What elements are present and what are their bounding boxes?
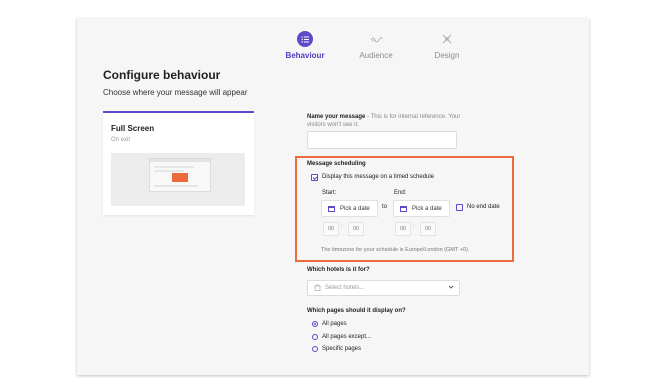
step-audience[interactable]: Audience [336, 31, 416, 60]
calendar-icon [328, 205, 335, 212]
calendar-icon [400, 205, 407, 212]
timed-schedule-label: Display this message on a timed schedule [322, 174, 435, 180]
hotels-label: Which hotels is it for? [307, 267, 370, 273]
card-subtitle: On exit [111, 137, 131, 143]
time-separator: : [413, 224, 415, 230]
radio-specific-pages-label: Specific pages [322, 346, 362, 352]
radio-specific-pages[interactable] [312, 346, 318, 352]
start-minute-input[interactable]: 00 [348, 222, 364, 236]
name-field-label: Name your message - This is for internal… [307, 113, 467, 129]
hotel-icon [314, 283, 321, 293]
page-title: Configure behaviour [103, 68, 221, 82]
radio-all-pages-label: All pages [322, 321, 347, 327]
stepper: Behaviour Audience Design [0, 31, 667, 61]
placement-card-full-screen[interactable]: Full Screen On exit [103, 111, 254, 215]
step-label: Behaviour [285, 51, 325, 60]
step-label: Design [434, 51, 460, 60]
pages-label: Which pages should it display on? [307, 308, 406, 314]
placement-preview [111, 153, 245, 206]
start-label: Start: [322, 190, 337, 196]
end-minute-input[interactable]: 00 [420, 222, 436, 236]
radio-all-pages-except[interactable] [312, 334, 318, 340]
step-label: Audience [359, 51, 393, 60]
no-end-date-checkbox[interactable] [456, 204, 463, 211]
end-date-placeholder: Pick a date [412, 205, 442, 212]
to-label: to [382, 204, 388, 210]
no-end-date-label: No end date [467, 204, 500, 210]
scheduling-title: Message scheduling [307, 161, 366, 167]
browser-illustration-icon [149, 158, 211, 192]
end-date-picker[interactable]: Pick a date [393, 200, 450, 217]
radio-all-pages-except-label: All pages except... [322, 334, 372, 340]
chevron-down-icon [448, 284, 454, 292]
card-title: Full Screen [111, 124, 155, 133]
timezone-note: The timezone for your schedule is Europe… [321, 247, 470, 253]
hotels-placeholder: Select hotels... [325, 285, 365, 291]
start-hour-input[interactable]: 00 [323, 222, 339, 236]
message-name-input[interactable] [307, 131, 457, 149]
end-label: End: [394, 190, 407, 196]
list-icon [297, 31, 313, 47]
step-behaviour[interactable]: Behaviour [265, 31, 345, 60]
wave-icon [368, 31, 384, 47]
timed-schedule-checkbox[interactable] [311, 174, 318, 181]
brush-icon [439, 31, 455, 47]
page-subtitle: Choose where your message will appear [103, 88, 248, 97]
start-date-placeholder: Pick a date [340, 205, 370, 212]
name-label: Name your message [307, 114, 366, 120]
start-date-picker[interactable]: Pick a date [321, 200, 378, 217]
end-hour-input[interactable]: 00 [395, 222, 411, 236]
time-separator: : [341, 224, 343, 230]
hotels-select[interactable]: Select hotels... [307, 280, 460, 296]
radio-all-pages[interactable] [312, 321, 318, 327]
step-design[interactable]: Design [407, 31, 487, 60]
